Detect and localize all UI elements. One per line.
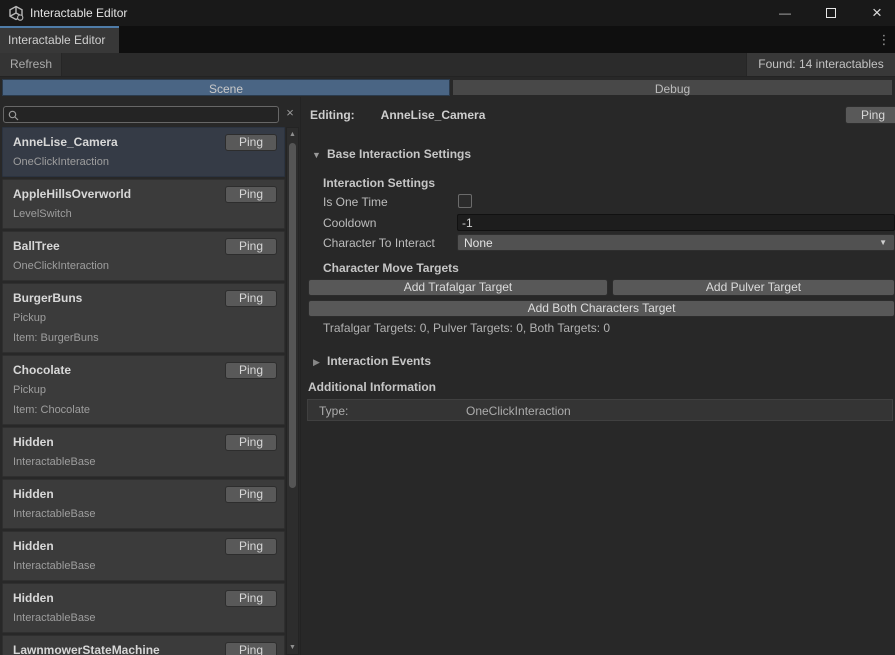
close-button[interactable]: × (860, 0, 894, 26)
list-item-name: Chocolate (13, 362, 220, 378)
list-item-type: OneClickInteraction (13, 154, 274, 170)
ping-button[interactable]: Ping (225, 134, 277, 151)
editor-ping-button[interactable]: Ping (845, 106, 895, 124)
list-item-type: OneClickInteraction (13, 258, 274, 274)
refresh-button[interactable]: Refresh (0, 53, 62, 76)
list-item-name: AppleHillsOverworld (13, 186, 220, 202)
tab-interactable-editor[interactable]: Interactable Editor (0, 26, 119, 53)
list-item-type: InteractableBase (13, 506, 274, 522)
list-item[interactable]: LawnmowerStateMachinePingOneClickInterac… (2, 635, 285, 655)
maximize-icon (826, 8, 836, 18)
add-both-characters-target-button[interactable]: Add Both Characters Target (308, 300, 895, 317)
list-item[interactable]: BallTree Ping OneClickInteraction (2, 231, 285, 281)
list-scrollbar[interactable]: ▲ ▼ (286, 127, 299, 655)
interaction-events-foldout[interactable]: Interaction Events (327, 354, 431, 368)
list-item-type: Pickup (13, 382, 274, 398)
search-icon (8, 110, 19, 121)
list-item-name: Hidden (13, 590, 220, 606)
interaction-settings-header: Interaction Settings (323, 176, 435, 190)
add-trafalgar-target-button[interactable]: Add Trafalgar Target (308, 279, 608, 296)
is-one-time-checkbox[interactable] (458, 194, 472, 208)
chevron-down-icon: ▼ (879, 238, 887, 247)
scroll-down-icon[interactable]: ▼ (287, 644, 298, 651)
list-item[interactable]: Hidden Ping InteractableBase (2, 583, 285, 633)
ping-button[interactable]: Ping (225, 362, 277, 379)
editing-value: AnneLise_Camera (381, 108, 486, 122)
scrollbar-thumb[interactable] (289, 143, 296, 488)
list-item-name: BurgerBuns (13, 290, 220, 306)
interactable-list: AnneLise_Camera Ping OneClickInteraction Ap… (2, 127, 285, 655)
unity-cube-icon (8, 5, 24, 21)
character-move-targets-header: Character Move Targets (323, 261, 459, 275)
scroll-up-icon[interactable]: ▲ (287, 131, 298, 138)
editing-row: Editing: AnneLise_Camera (310, 108, 485, 122)
found-count-label: Found: 14 interactables (746, 53, 895, 76)
panel-separator (300, 97, 301, 655)
list-item-type: Pickup (13, 310, 274, 326)
additional-information-header: Additional Information (308, 380, 436, 394)
toolbar: Refresh Found: 14 interactables (0, 53, 895, 77)
cooldown-field[interactable]: -1 (457, 214, 895, 231)
list-item-name: AnneLise_Camera (13, 134, 220, 150)
list-item[interactable]: Hidden Ping InteractableBase (2, 427, 285, 477)
list-item[interactable]: Hidden Ping InteractableBase (2, 531, 285, 581)
ping-button[interactable]: Ping (225, 538, 277, 555)
is-one-time-label: Is One Time (323, 195, 388, 209)
character-to-interact-label: Character To Interact (323, 236, 435, 250)
ping-button[interactable]: Ping (225, 434, 277, 451)
search-input[interactable] (21, 108, 275, 121)
list-item[interactable]: Hidden Ping InteractableBase (2, 479, 285, 529)
targets-summary: Trafalgar Targets: 0, Pulver Targets: 0,… (323, 321, 610, 335)
list-item-name: Hidden (13, 538, 220, 554)
list-item-detail: Item: Chocolate (13, 402, 274, 418)
list-item-name: Hidden (13, 486, 220, 502)
add-pulver-target-button[interactable]: Add Pulver Target (612, 279, 895, 296)
type-info-row: Type: OneClickInteraction (307, 399, 893, 421)
tab-scene[interactable]: Scene (2, 79, 450, 96)
list-item[interactable]: AnneLise_Camera Ping OneClickInteraction (2, 127, 285, 177)
tab-debug[interactable]: Debug (452, 79, 893, 96)
list-item-type: InteractableBase (13, 610, 274, 626)
list-item-type: InteractableBase (13, 454, 274, 470)
cooldown-label: Cooldown (323, 216, 376, 230)
ping-button[interactable]: Ping (225, 642, 277, 655)
kebab-menu-icon[interactable]: ⋮ (877, 32, 891, 48)
ping-button[interactable]: Ping (225, 590, 277, 607)
foldout-open-icon[interactable]: ▼ (312, 150, 321, 160)
list-item-name: LawnmowerStateMachine (13, 642, 220, 655)
list-item-name: Hidden (13, 434, 220, 450)
window-title: Interactable Editor (30, 6, 127, 20)
titlebar: Interactable Editor — × (0, 0, 895, 26)
maximize-button[interactable] (814, 0, 848, 26)
ping-button[interactable]: Ping (225, 290, 277, 307)
minimize-button[interactable]: — (768, 0, 802, 26)
type-value: OneClickInteraction (466, 404, 571, 418)
list-item[interactable]: AppleHillsOverworld Ping LevelSwitch (2, 179, 285, 229)
character-to-interact-dropdown[interactable]: None ▼ (457, 234, 895, 251)
list-item[interactable]: Chocolate Ping Pickup Item: Chocolate (2, 355, 285, 425)
list-item-name: BallTree (13, 238, 220, 254)
dropdown-value: None (464, 236, 493, 250)
list-item-type: LevelSwitch (13, 206, 274, 222)
view-tab-bar: Scene Debug (0, 77, 895, 97)
list-item[interactable]: BurgerBuns Ping Pickup Item: BurgerBuns (2, 283, 285, 353)
editor-tab-strip: Interactable Editor ⋮ (0, 26, 895, 53)
editing-label: Editing: (310, 108, 355, 122)
search-clear-button[interactable]: × (283, 105, 297, 123)
ping-button[interactable]: Ping (225, 186, 277, 203)
list-item-detail: Item: BurgerBuns (13, 330, 274, 346)
interactable-editor-window: Interactable Editor — × Interactable Edi… (0, 0, 895, 655)
ping-button[interactable]: Ping (225, 238, 277, 255)
base-interaction-settings-foldout[interactable]: Base Interaction Settings (327, 147, 471, 161)
ping-button[interactable]: Ping (225, 486, 277, 503)
type-label: Type: (319, 404, 348, 418)
foldout-closed-icon[interactable]: ▶ (313, 357, 320, 368)
list-item-type: InteractableBase (13, 558, 274, 574)
search-field[interactable] (3, 106, 279, 123)
